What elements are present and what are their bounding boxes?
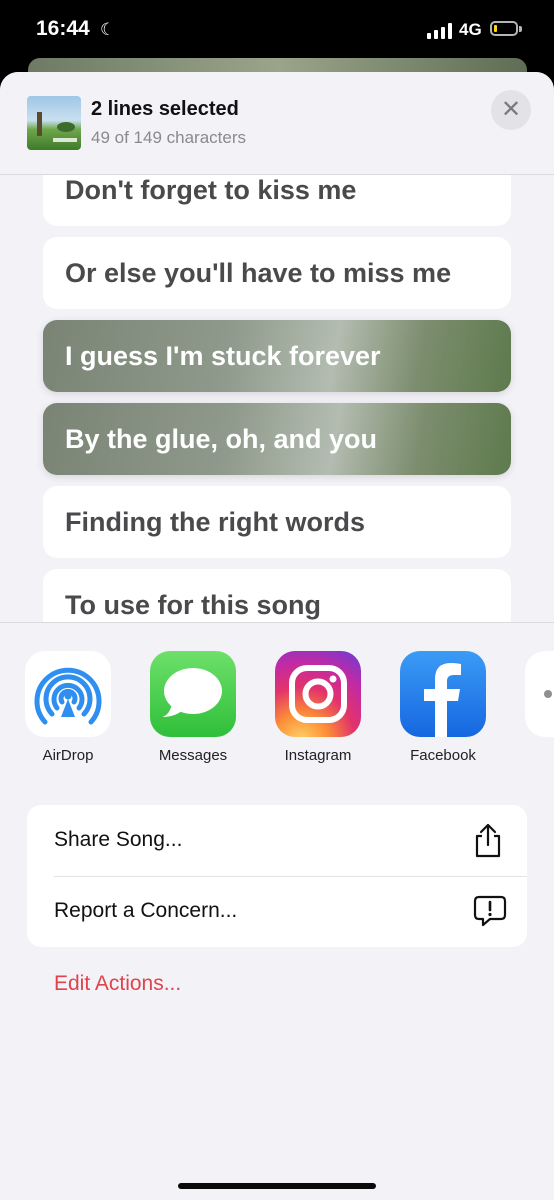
lyric-line-selected[interactable]: By the glue, oh, and you <box>43 403 511 475</box>
share-target-airdrop[interactable]: AirDrop <box>24 651 112 764</box>
action-label: Share Song... <box>54 828 183 851</box>
share-target-label: Instagram <box>284 747 352 764</box>
share-target-instagram[interactable]: Instagram <box>274 651 362 764</box>
lyric-line[interactable]: Finding the right words <box>43 486 511 558</box>
messages-icon <box>150 651 236 737</box>
share-icon <box>475 823 501 858</box>
close-icon: ✕ <box>500 96 522 123</box>
lyric-line-selected[interactable]: I guess I'm stuck forever <box>43 320 511 392</box>
sheet-title: 2 lines selected <box>91 98 239 120</box>
share-target-label: AirDrop <box>42 747 94 764</box>
status-time: 16:44 <box>36 17 90 40</box>
signal-icon <box>427 23 452 39</box>
lyric-line[interactable]: Or else you'll have to miss me <box>43 237 511 309</box>
share-area: AirDrop Messages Instagram Facebook Shar… <box>0 622 554 1200</box>
share-target-more[interactable] <box>524 651 554 747</box>
album-art <box>27 96 81 150</box>
report-icon <box>473 895 507 927</box>
facebook-icon <box>400 651 486 737</box>
sheet-header: 2 lines selected 49 of 149 characters ✕ <box>0 72 554 175</box>
battery-icon <box>490 21 522 36</box>
sheet-subtitle: 49 of 149 characters <box>91 128 246 147</box>
share-target-label: Facebook <box>410 747 476 764</box>
status-bar: 16:44 ☾ 4G <box>0 0 554 62</box>
airdrop-icon <box>25 651 111 737</box>
action-label: Report a Concern... <box>54 899 238 922</box>
share-target-label: Messages <box>158 747 228 764</box>
share-target-facebook[interactable]: Facebook <box>399 651 487 764</box>
share-song-action[interactable]: Share Song... <box>27 805 527 876</box>
moon-icon: ☾ <box>100 20 116 39</box>
action-list: Share Song... Report a Concern... <box>27 805 527 947</box>
edit-actions-link[interactable]: Edit Actions... <box>54 972 181 996</box>
network-type: 4G <box>459 20 482 39</box>
share-target-messages[interactable]: Messages <box>149 651 237 764</box>
report-concern-action[interactable]: Report a Concern... <box>27 876 527 947</box>
instagram-icon <box>275 651 361 737</box>
share-sheet: 2 lines selected 49 of 149 characters ✕ … <box>0 72 554 1200</box>
home-indicator[interactable] <box>178 1183 376 1189</box>
more-icon <box>525 651 554 737</box>
close-button[interactable]: ✕ <box>491 90 531 130</box>
lyric-line[interactable]: To use for this song <box>43 569 511 622</box>
